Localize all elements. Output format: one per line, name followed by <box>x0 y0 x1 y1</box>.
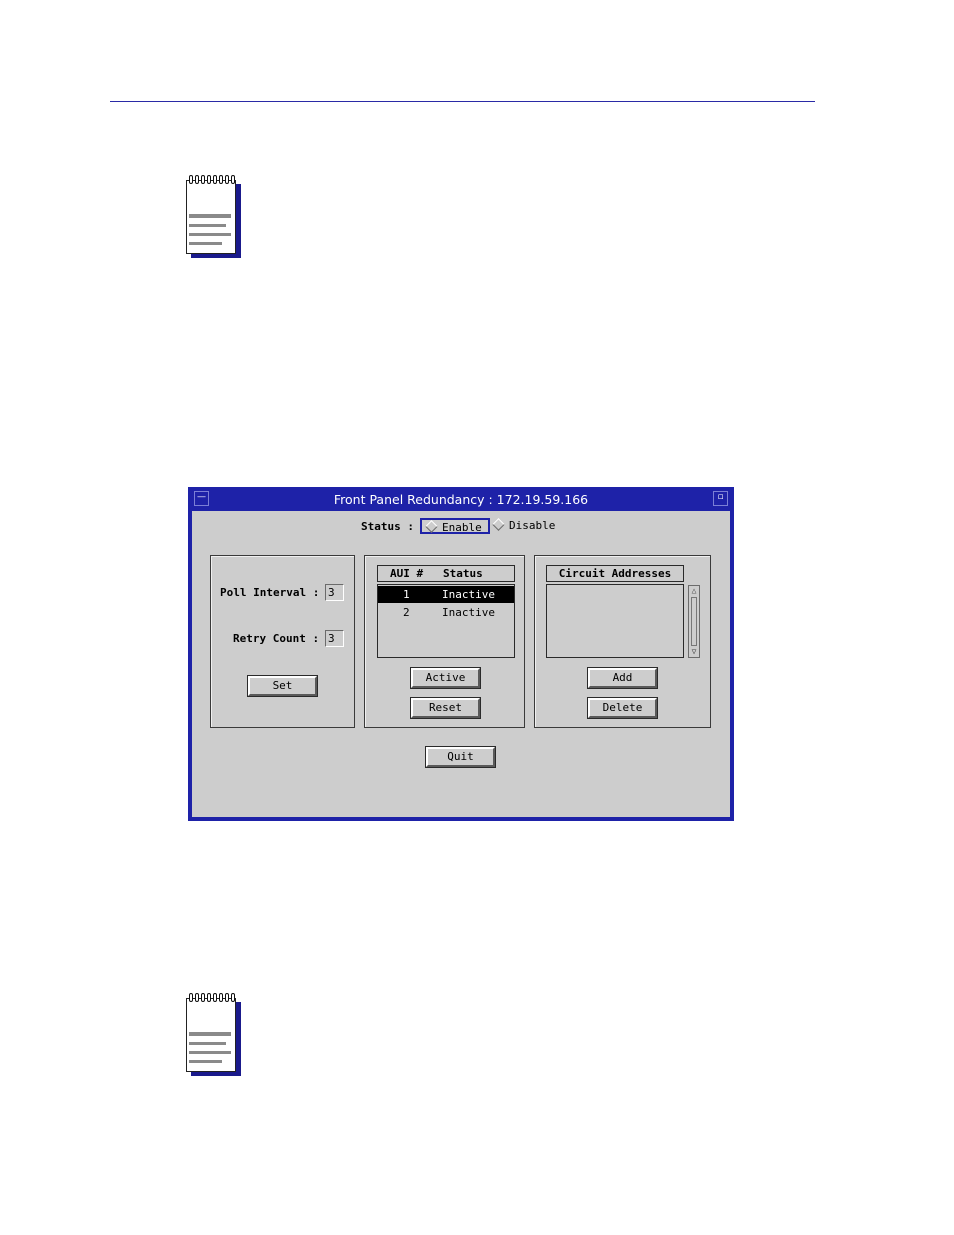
aui-row-number: 2 <box>403 606 410 619</box>
aui-panel: AUI # Status 1 Inactive 2 Inactive Activ… <box>364 555 525 728</box>
aui-status-column: Status <box>443 567 483 580</box>
window-title: Front Panel Redundancy : 172.19.59.166 <box>333 492 589 507</box>
scroll-up-icon[interactable]: △ <box>689 586 699 596</box>
status-label: Status : <box>361 520 414 533</box>
poll-interval-field[interactable]: 3 <box>325 584 344 601</box>
enable-radio[interactable]: Enable <box>420 518 490 534</box>
dialog-body: Status : Enable Disable Poll Interval : … <box>192 511 730 817</box>
aui-list[interactable]: 1 Inactive 2 Inactive <box>377 584 515 658</box>
disable-radio[interactable]: Disable <box>489 518 555 534</box>
quit-button[interactable]: Quit <box>425 746 496 768</box>
enable-label: Enable <box>442 521 482 534</box>
aui-row-status: Inactive <box>442 606 495 619</box>
retry-count-label: Retry Count : <box>233 632 320 645</box>
aui-number-column: AUI # <box>390 567 424 580</box>
add-button[interactable]: Add <box>587 667 658 689</box>
set-button[interactable]: Set <box>247 675 318 697</box>
poll-panel: Poll Interval : 3 Retry Count : 3 Set <box>210 555 355 728</box>
scroll-down-icon[interactable]: ▽ <box>689 647 699 657</box>
circuit-panel: Circuit Addresses △ ▽ Add Delete <box>534 555 711 728</box>
note-icon <box>186 993 242 1078</box>
aui-row-status: Inactive <box>442 588 495 601</box>
circuit-addresses-list[interactable] <box>546 584 684 658</box>
aui-row[interactable]: 2 Inactive <box>378 604 514 621</box>
delete-button[interactable]: Delete <box>587 697 658 719</box>
active-button[interactable]: Active <box>410 667 481 689</box>
radio-diamond-icon <box>492 518 505 531</box>
header-rule <box>110 101 815 102</box>
scroll-thumb[interactable] <box>691 597 697 646</box>
circuit-scrollbar[interactable]: △ ▽ <box>688 585 700 658</box>
title-bar[interactable]: — Front Panel Redundancy : 172.19.59.166… <box>188 487 734 511</box>
reset-button[interactable]: Reset <box>410 697 481 719</box>
disable-label: Disable <box>509 519 556 532</box>
front-panel-redundancy-window: — Front Panel Redundancy : 172.19.59.166… <box>188 487 734 821</box>
maximize-icon[interactable]: ▫ <box>713 491 728 506</box>
note-icon <box>186 175 242 260</box>
aui-list-header: AUI # Status <box>377 565 515 582</box>
aui-row-number: 1 <box>403 588 410 601</box>
aui-row[interactable]: 1 Inactive <box>378 586 514 603</box>
poll-interval-label: Poll Interval : <box>220 586 320 599</box>
radio-diamond-icon <box>425 520 438 533</box>
retry-count-field[interactable]: 3 <box>325 630 344 647</box>
circuit-addresses-header: Circuit Addresses <box>546 565 684 582</box>
window-menu-icon[interactable]: — <box>194 491 209 506</box>
